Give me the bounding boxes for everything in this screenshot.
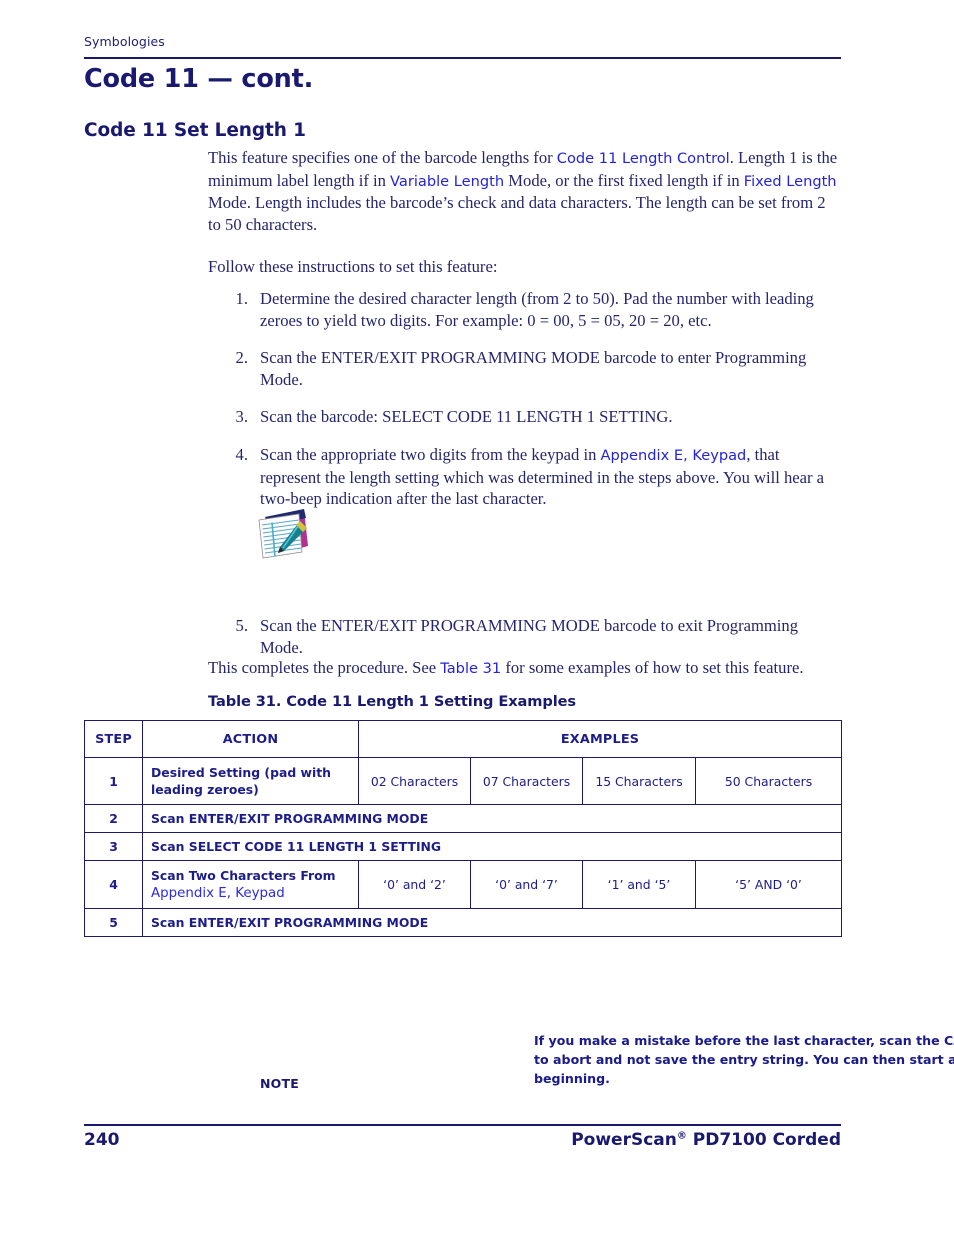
table-row: 1 Desired Setting (pad with leading zero… <box>84 757 843 805</box>
product-name-a: PowerScan <box>571 1130 677 1150</box>
step-number-1: 1. <box>235 289 248 308</box>
intro-paragraph-1: This feature specifies one of the barcod… <box>208 147 842 235</box>
row-4-link-appendix-e-keypad[interactable]: Appendix E, Keypad <box>151 886 285 901</box>
closing-text-a: This completes the procedure. See <box>208 658 441 677</box>
row-2-action: Scan ENTER/EXIT PROGRAMMING MODE <box>141 804 843 833</box>
row-4-step: 4 <box>84 860 143 909</box>
step-item-2: 2. Scan the ENTER/EXIT PROGRAMMING MODE … <box>222 347 842 390</box>
column-header-step: STEP <box>84 720 143 758</box>
row-5-action: Scan ENTER/EXIT PROGRAMMING MODE <box>141 908 843 937</box>
step-item-5: 5. Scan the ENTER/EXIT PROGRAMMING MODE … <box>222 615 842 658</box>
row-3-action: Scan SELECT CODE 11 LENGTH 1 SETTING <box>141 832 843 861</box>
closing-text-b: for some examples of how to set this fea… <box>501 658 804 677</box>
step-number-3: 3. <box>235 407 248 427</box>
row-5-step: 5 <box>84 908 143 937</box>
column-header-action: ACTION <box>142 720 359 758</box>
note-text: If you make a mistake before the last ch… <box>534 1033 954 1086</box>
step-number-2: 2. <box>235 348 248 368</box>
row-4-example-2: ‘0’ and ‘7’ <box>470 860 583 909</box>
running-header: Symbologies <box>84 34 165 49</box>
row-4-action: Scan Two Characters From Appendix E, Key… <box>142 860 359 909</box>
row-1-example-4: 50 Characters <box>694 757 843 805</box>
step-text-2: Scan the ENTER/EXIT PROGRAMMING MODE bar… <box>260 348 807 389</box>
table-row: 2 Scan ENTER/EXIT PROGRAMMING MODE <box>84 804 843 833</box>
row-2-step: 2 <box>84 804 143 833</box>
row-1-example-2: 07 Characters <box>470 757 583 805</box>
row-1-action: Desired Setting (pad with leading zeroes… <box>142 757 359 805</box>
intro-paragraph-2: Follow these instructions to set this fe… <box>208 257 498 277</box>
table-caption: Table 31. Code 11 Length 1 Setting Examp… <box>208 693 576 710</box>
procedure-steps: 1. Determine the desired character lengt… <box>222 288 842 526</box>
row-1-example-1: 02 Characters <box>358 757 471 805</box>
row-1-step: 1 <box>84 757 143 805</box>
row-4-action-text: Scan Two Characters From <box>151 868 336 883</box>
link-fixed-length[interactable]: Fixed Length <box>744 173 837 190</box>
table-row: 5 Scan ENTER/EXIT PROGRAMMING MODE <box>84 908 843 937</box>
product-name-b: PD7100 Corded <box>686 1130 841 1150</box>
step-text-3: Scan the barcode: SELECT CODE 11 LENGTH … <box>260 407 673 427</box>
examples-table: STEP ACTION EXAMPLES 1 Desired Setting (… <box>84 720 843 937</box>
step-item-4: 4. Scan the appropriate two digits from … <box>222 444 842 510</box>
step-text-4a: Scan the appropriate two digits from the… <box>260 444 601 464</box>
table-row: 4 Scan Two Characters From Appendix E, K… <box>84 860 843 909</box>
link-variable-length[interactable]: Variable Length <box>390 173 504 190</box>
step-text-5: Scan the ENTER/EXIT PROGRAMMING MODE bar… <box>260 616 799 657</box>
intro-text-a: This feature specifies one of the barcod… <box>208 148 557 167</box>
step-item-1: 1. Determine the desired character lengt… <box>222 288 842 331</box>
link-code-11-length-control[interactable]: Code 11 Length Control <box>557 150 730 167</box>
section-title: Code 11 Set Length 1 <box>84 120 306 141</box>
notepad-pen-icon <box>252 504 314 566</box>
link-appendix-e-keypad[interactable]: Appendix E, Keypad <box>601 447 747 464</box>
table-header-row: STEP ACTION EXAMPLES <box>84 720 843 758</box>
step-number-4: 4. <box>235 444 248 464</box>
row-4-example-4: ‘5’ AND ‘0’ <box>694 860 843 909</box>
step-item-3: 3. Scan the barcode: SELECT CODE 11 LENG… <box>222 406 842 428</box>
closing-paragraph: This completes the procedure. See Table … <box>208 657 844 680</box>
intro-body: This feature specifies one of the barcod… <box>208 147 842 278</box>
chapter-title: Code 11 — cont. <box>84 64 314 94</box>
header-rule <box>84 57 841 59</box>
row-1-example-3: 15 Characters <box>582 757 696 805</box>
document-page: Symbologies Code 11 — cont. Code 11 Set … <box>0 0 954 1235</box>
page-number: 240 <box>84 1130 120 1150</box>
note-label: NOTE <box>260 1076 299 1091</box>
step-number-5: 5. <box>235 616 248 635</box>
row-4-example-1: ‘0’ and ‘2’ <box>358 860 471 909</box>
table-row: 3 Scan SELECT CODE 11 LENGTH 1 SETTING <box>84 832 843 861</box>
intro-text-c: Mode, or the first fixed length if in <box>504 170 744 190</box>
step-text-1: Determine the desired character length (… <box>260 289 814 330</box>
link-table-31[interactable]: Table 31 <box>440 660 501 677</box>
row-3-step: 3 <box>84 832 143 861</box>
column-header-examples: EXAMPLES <box>357 720 843 758</box>
registered-trademark-icon: ® <box>676 1130 687 1142</box>
footer-rule <box>84 1124 841 1126</box>
intro-text-d: Mode. Length includes the barcode’s chec… <box>208 193 826 234</box>
row-4-example-3: ‘1’ and ‘5’ <box>582 860 696 909</box>
product-name: PowerScan® PD7100 Corded <box>571 1130 841 1150</box>
